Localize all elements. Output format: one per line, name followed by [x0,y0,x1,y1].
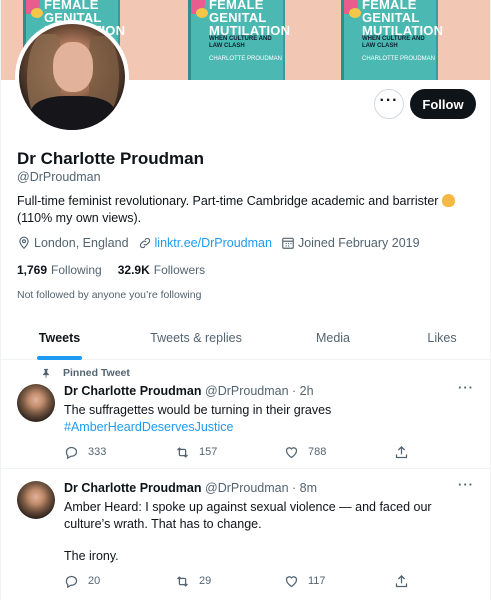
profile-avatar[interactable] [15,20,129,134]
book-cover-image: FEMALEGENITALMUTILATION WHEN CULTURE AND… [188,0,290,80]
tab-tweets-replies[interactable]: Tweets & replies [118,316,274,359]
share-button[interactable] [394,574,418,589]
share-button[interactable] [394,445,418,460]
tweet-header: Dr Charlotte Proudman @DrProudman · 2h [64,384,314,398]
reply-icon [65,446,78,459]
follow-counts: 1,769 Following 32.9K Followers [17,263,221,277]
tweet-author-avatar[interactable] [17,481,55,519]
location-item: London, England [17,236,129,250]
reply-icon [65,575,78,588]
profile-page: FEMALEGENITALMUTILATION WHEN CULTURE AND… [0,0,491,600]
profile-bio: Full-time feminist revolutionary. Part-t… [17,193,467,227]
retweet-icon [177,575,188,587]
like-button[interactable]: 117 [284,574,326,589]
tweet-more-icon[interactable]: ··· [458,477,474,492]
tab-media[interactable]: Media [274,316,392,359]
link-icon [139,237,150,249]
joined-item: Joined February 2019 [281,236,420,250]
follow-button[interactable]: Follow [410,89,476,119]
profile-handle: @DrProudman [17,170,101,184]
location-pin-icon [19,236,29,250]
tweet-actions: 20 29 117 [64,572,414,590]
tweet-author-handle[interactable]: @DrProudman [205,481,289,495]
tweet-time[interactable]: · 2h [292,384,314,398]
book-cover-image: FEMALEGENITALMUTILATION WHEN CULTURE AND… [341,0,443,80]
like-button[interactable]: 788 [284,445,326,460]
calendar-icon [282,237,294,249]
retweet-button[interactable]: 29 [175,574,211,589]
retweet-icon [177,446,188,458]
hashtag-link[interactable]: #AmberHeardDeservesJustice [64,419,476,436]
tweet-text: The suffragettes would be turning in the… [64,402,476,435]
active-tab-indicator [37,356,82,360]
pinned-label: Pinned Tweet [41,367,130,379]
tweet-author-avatar[interactable] [17,384,55,422]
tweet-header: Dr Charlotte Proudman @DrProudman · 8m [64,481,317,495]
tweet-author-handle[interactable]: @DrProudman [205,384,289,398]
profile-name: Dr Charlotte Proudman [17,149,205,168]
tweet-time[interactable]: · 8m [292,481,317,495]
retweet-button[interactable]: 157 [175,445,217,460]
profile-link[interactable]: linktr.ee/DrProudman [138,236,272,250]
following-link[interactable]: 1,769 Following [17,263,102,277]
tab-likes[interactable]: Likes [392,316,490,359]
share-icon [395,445,408,458]
heart-icon [285,575,298,587]
tweet-author-name[interactable]: Dr Charlotte Proudman [64,384,202,398]
tweet-more-icon[interactable]: ··· [458,380,474,395]
more-options-button[interactable]: ··· [374,89,404,119]
share-icon [395,574,408,587]
woman-tipping-hand-emoji-icon [441,194,455,207]
heart-icon [285,446,298,458]
profile-meta: London, England linktr.ee/DrProudman Joi… [17,236,429,250]
reply-button[interactable]: 20 [64,574,100,589]
pin-icon [43,368,49,378]
reply-button[interactable]: 333 [64,445,106,460]
tab-tweets[interactable]: Tweets [1,316,118,360]
tweet-text: Amber Heard: I spoke up against sexual v… [64,500,432,563]
tweet-author-name[interactable]: Dr Charlotte Proudman [64,481,202,495]
followers-link[interactable]: 32.9K Followers [118,263,205,277]
tweet-item[interactable]: Pinned Tweet Dr Charlotte Proudman @DrPr… [1,361,490,469]
tweet-actions: 333 157 788 [64,443,414,461]
profile-tabs: Tweets Tweets & replies Media Likes [1,316,490,360]
not-followed-note: Not followed by anyone you’re following [17,289,202,301]
tweet-item[interactable]: Dr Charlotte Proudman @DrProudman · 8m ·… [1,470,490,600]
